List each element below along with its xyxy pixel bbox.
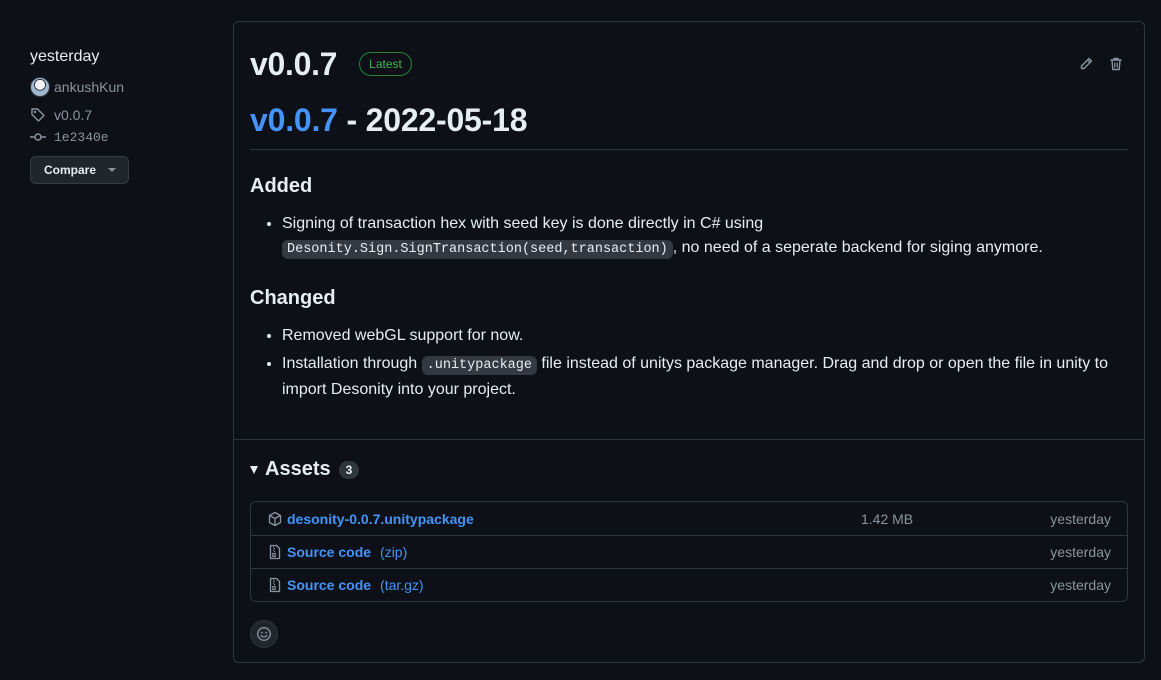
asset-name[interactable]: Source code <box>287 544 371 560</box>
section-added-heading: Added <box>250 175 313 197</box>
author-name[interactable]: ankushKun <box>54 79 124 95</box>
asset-date: yesterday <box>1050 544 1111 560</box>
asset-ext[interactable]: (tar.gz) <box>380 577 424 593</box>
asset-row[interactable]: desonity-0.0.7.unitypackage 1.42 MB yest… <box>251 502 1127 535</box>
commit-link[interactable]: 1e2340e <box>30 129 220 145</box>
tag-name[interactable]: v0.0.7 <box>54 107 92 123</box>
add-reaction-button[interactable] <box>250 620 278 648</box>
divider <box>234 439 1144 440</box>
package-icon <box>267 511 283 527</box>
list-item: Removed webGL support for now. <box>282 324 1128 348</box>
section-changed-heading: Changed <box>250 287 336 309</box>
latest-badge: Latest <box>359 52 412 76</box>
assets-section: Assets 3 desonity-0.0.7.unitypackage 1.4… <box>250 458 1128 602</box>
asset-size: 1.42 MB <box>861 510 914 527</box>
avatar[interactable] <box>30 77 50 97</box>
tag-link[interactable]: v0.0.7 <box>30 107 220 123</box>
file-zip-icon <box>267 577 283 593</box>
added-item-text: Signing of transaction hex with seed key… <box>282 215 764 232</box>
changed-item-text: Installation through <box>282 355 422 372</box>
inline-code: Desonity.Sign.SignTransaction(seed,trans… <box>282 240 673 259</box>
release-subtitle-link[interactable]: v0.0.7 <box>250 102 338 138</box>
asset-row[interactable]: Source code (zip) yesterday <box>251 535 1127 568</box>
asset-row[interactable]: Source code (tar.gz) yesterday <box>251 568 1127 601</box>
release-date: yesterday <box>30 48 100 65</box>
release-header: v0.0.7 Latest <box>250 42 1128 86</box>
added-list: Signing of transaction hex with seed key… <box>250 212 1128 262</box>
release-card: v0.0.7 Latest v0.0.7 - 2022-05-18 Added … <box>233 21 1145 663</box>
asset-date: yesterday <box>1050 577 1111 593</box>
assets-heading: Assets <box>265 458 331 480</box>
release-subtitle: v0.0.7 - 2022-05-18 <box>250 102 1128 150</box>
assets-count-badge: 3 <box>338 460 360 479</box>
trash-icon[interactable] <box>1108 56 1124 72</box>
inline-code: .unitypackage <box>421 356 537 375</box>
release-actions <box>1078 56 1124 72</box>
asset-date: yesterday <box>1050 510 1111 527</box>
compare-button[interactable]: Compare <box>30 156 129 184</box>
asset-name[interactable]: Source code <box>287 577 371 593</box>
list-item: Signing of transaction hex with seed key… <box>282 212 1128 262</box>
pencil-icon[interactable] <box>1078 56 1094 72</box>
release-title[interactable]: v0.0.7 <box>250 46 337 83</box>
chevron-down-icon <box>108 168 117 172</box>
list-item: Installation through .unitypackage file … <box>282 352 1128 402</box>
assets-toggle[interactable]: Assets 3 <box>250 458 1128 481</box>
tag-icon <box>30 107 46 123</box>
release-sidebar: yesterday ankushKun v0.0.7 1e2340e Compa… <box>30 46 220 184</box>
smiley-icon <box>256 626 272 642</box>
commit-sha[interactable]: 1e2340e <box>54 130 109 145</box>
asset-ext[interactable]: (zip) <box>380 544 407 560</box>
commit-icon <box>30 129 46 145</box>
asset-list: desonity-0.0.7.unitypackage 1.42 MB yest… <box>250 501 1128 602</box>
author-link[interactable]: ankushKun <box>30 77 220 97</box>
compare-label: Compare <box>44 163 97 177</box>
changed-list: Removed webGL support for now. Installat… <box>250 324 1128 402</box>
triangle-down-icon <box>250 465 258 474</box>
release-subtitle-date: - 2022-05-18 <box>337 102 528 138</box>
asset-name[interactable]: desonity-0.0.7.unitypackage <box>287 511 474 527</box>
added-item-text-end: , no need of a seperate backend for sigi… <box>672 239 1043 256</box>
file-zip-icon <box>267 544 283 560</box>
